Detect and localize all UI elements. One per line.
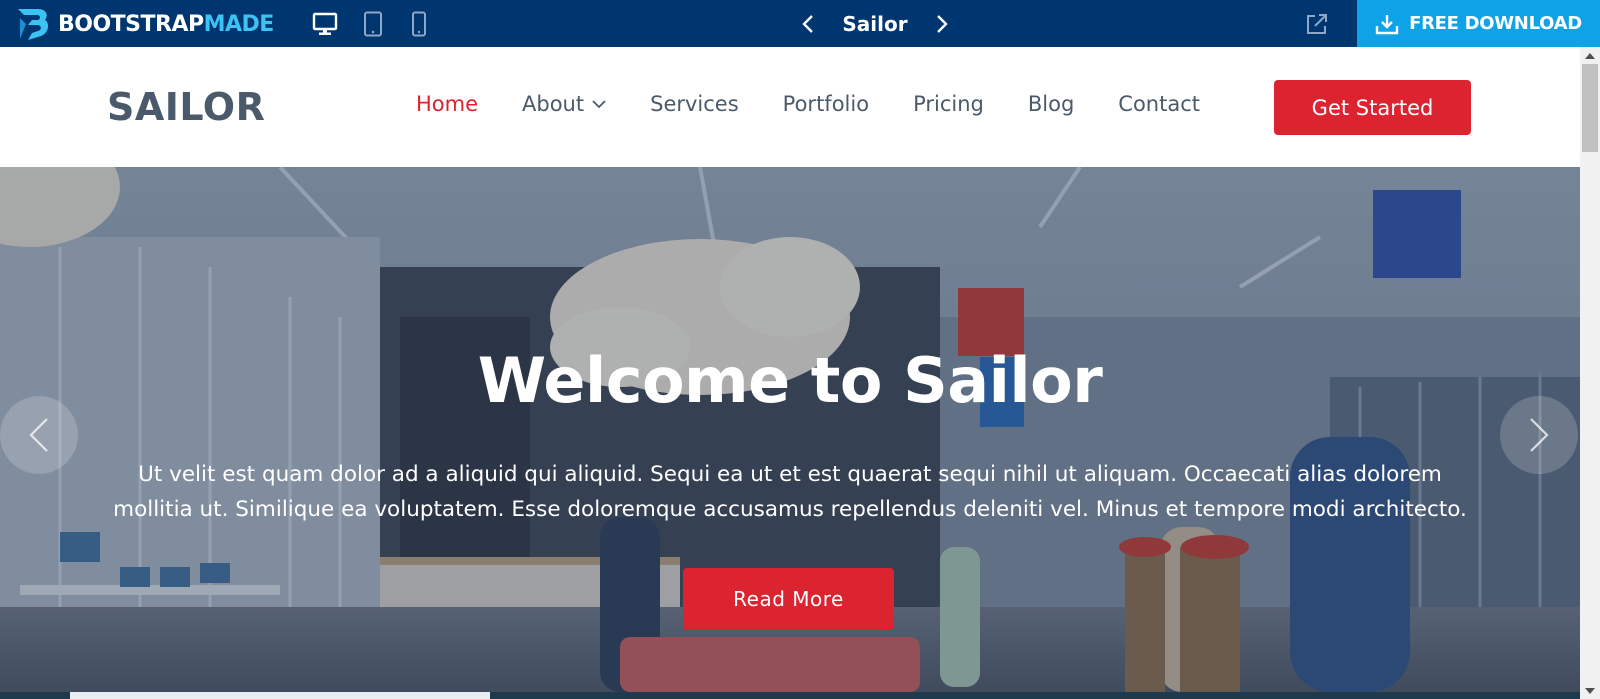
hero-carousel: Welcome to Sailor Ut velit est quam dolo… [0, 167, 1580, 692]
tablet-view-button[interactable] [359, 11, 387, 37]
site-header: SAILOR Home About Services Portfolio Pri… [0, 47, 1580, 167]
open-in-new-window-button[interactable] [1305, 12, 1329, 36]
scroll-down-arrow-icon [1585, 687, 1595, 694]
chevron-left-icon [802, 14, 813, 33]
nav-item-about[interactable]: About [522, 92, 606, 116]
chevron-right-icon [937, 14, 948, 33]
read-more-button[interactable]: Read More [683, 568, 894, 630]
bottom-strip-segment [70, 692, 490, 699]
bootstrapmade-logo[interactable]: BOOTSTRAPMADE [14, 6, 274, 42]
download-icon [1375, 14, 1399, 34]
next-theme-button[interactable] [934, 12, 950, 36]
chevron-right-icon [1530, 418, 1549, 452]
free-download-label: FREE DOWNLOAD [1409, 13, 1582, 34]
free-download-button[interactable]: FREE DOWNLOAD [1357, 0, 1600, 47]
theme-switcher: Sailor [800, 0, 950, 47]
hero-title: Welcome to Sailor [477, 344, 1103, 417]
site-logo[interactable]: SAILOR [107, 85, 265, 129]
nav-item-portfolio[interactable]: Portfolio [783, 92, 869, 116]
bootstrapmade-wordmark: BOOTSTRAPMADE [58, 11, 274, 37]
tablet-icon [364, 11, 382, 37]
nav-item-contact[interactable]: Contact [1118, 92, 1200, 116]
phone-view-button[interactable] [405, 11, 433, 37]
desktop-view-button[interactable] [311, 11, 339, 37]
nav-item-home[interactable]: Home [416, 92, 478, 116]
external-link-icon [1307, 14, 1327, 34]
scroll-down-button[interactable] [1580, 682, 1600, 699]
desktop-icon [312, 12, 338, 35]
scroll-up-button[interactable] [1580, 47, 1600, 64]
scroll-up-arrow-icon [1585, 52, 1595, 59]
phone-icon [412, 11, 426, 37]
nav-item-blog[interactable]: Blog [1028, 92, 1074, 116]
bottom-strip [0, 692, 1580, 699]
main-nav: Home About Services Portfolio Pricing Bl… [416, 92, 1244, 116]
nav-item-pricing[interactable]: Pricing [913, 92, 984, 116]
hero-description: Ut velit est quam dolor ad a aliquid qui… [113, 462, 1467, 522]
chevron-down-icon [592, 99, 606, 109]
preview-toolbar: BOOTSTRAPMADE Sailor FREE DOWNLOAD [0, 0, 1600, 47]
bootstrapmade-logo-icon [18, 9, 49, 40]
nav-item-services[interactable]: Services [650, 92, 739, 116]
scrollbar-thumb[interactable] [1582, 64, 1598, 152]
chevron-left-icon [29, 418, 48, 452]
page-scrollbar[interactable] [1580, 47, 1600, 699]
theme-name: Sailor [842, 11, 908, 36]
get-started-button[interactable]: Get Started [1274, 80, 1471, 135]
previous-theme-button[interactable] [800, 12, 816, 36]
